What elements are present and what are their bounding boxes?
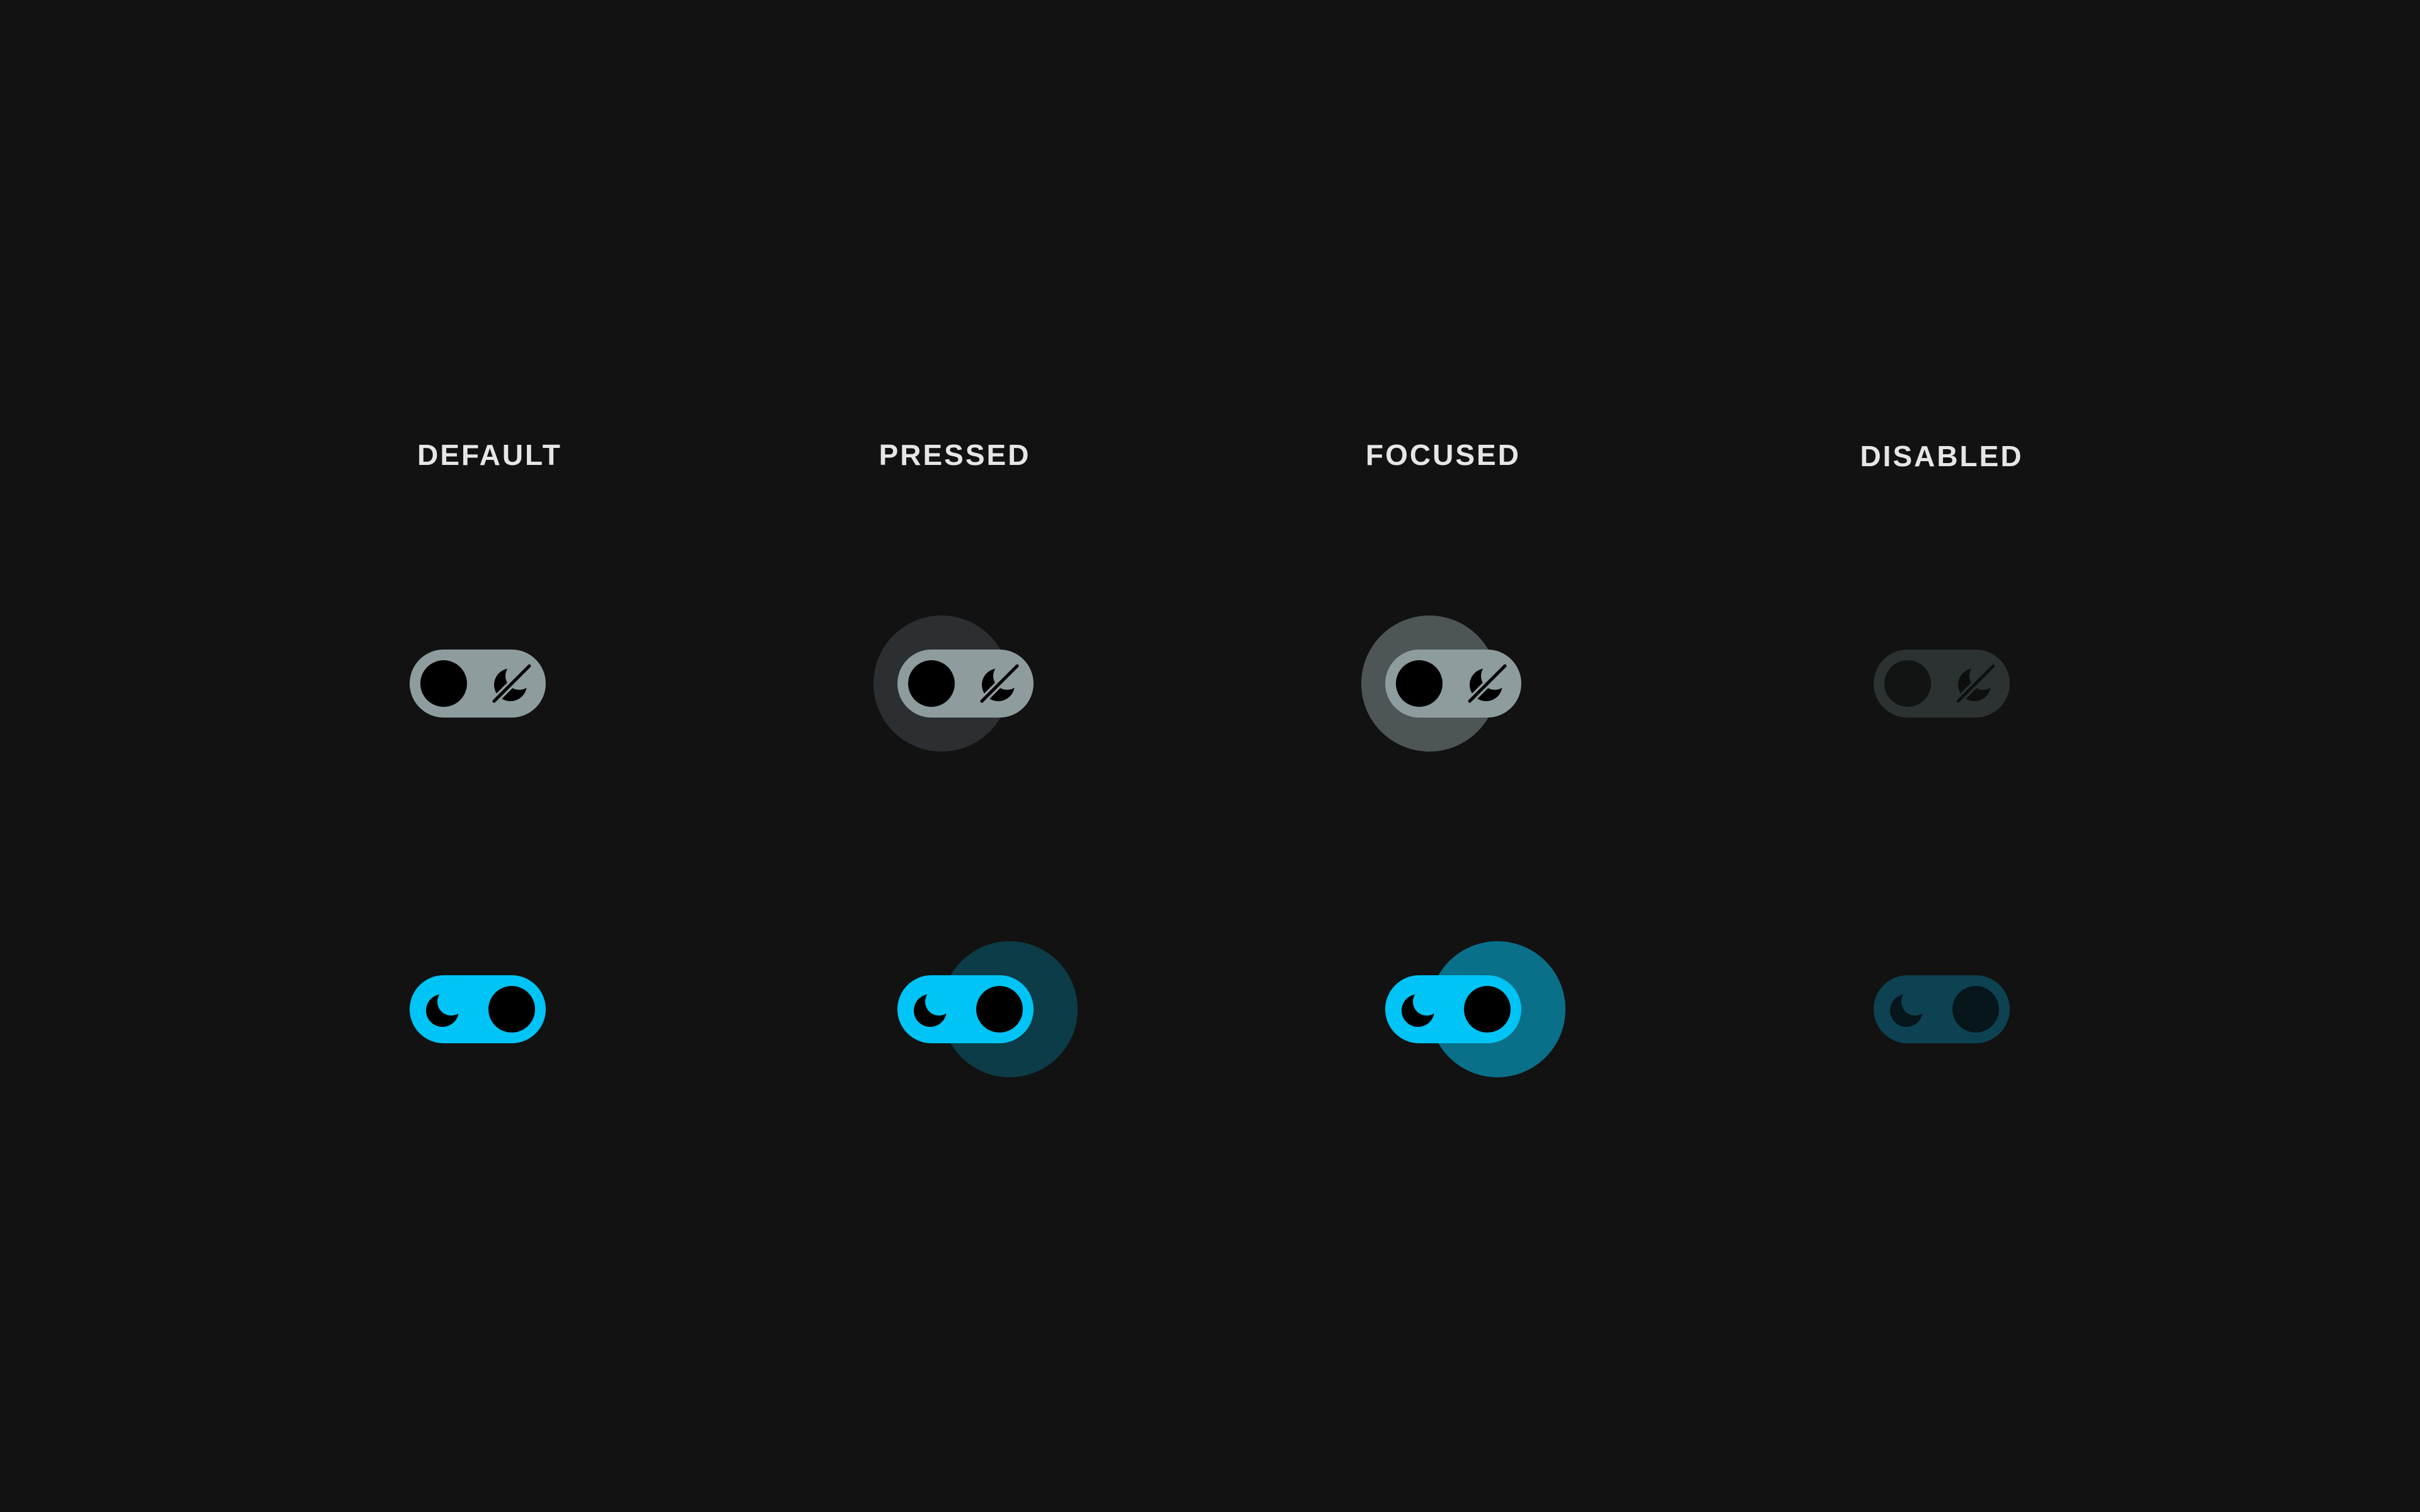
no-moon-icon — [1466, 662, 1509, 705]
dark-mode-switch-off-pressed[interactable] — [873, 616, 1034, 752]
switch-thumb — [908, 660, 955, 707]
switch-thumb — [1884, 660, 1931, 707]
dark-mode-switch-off-focused[interactable] — [1361, 616, 1521, 752]
switch-thumb — [1464, 986, 1511, 1033]
no-moon-icon — [1954, 662, 1997, 705]
switch-thumb — [976, 986, 1023, 1033]
column-label-disabled: DISABLED — [1860, 440, 2024, 472]
moon-icon — [422, 988, 465, 1031]
moon-icon — [910, 988, 953, 1031]
switch-thumb — [1952, 986, 1999, 1033]
dark-mode-switch-off-default[interactable] — [410, 650, 546, 718]
column-label-default: DEFAULT — [417, 438, 562, 471]
column-label-pressed: PRESSED — [879, 438, 1031, 471]
dark-mode-switch-on-pressed[interactable] — [897, 941, 1078, 1077]
no-moon-icon — [978, 662, 1021, 705]
moon-icon — [1886, 988, 1929, 1031]
no-moon-icon — [490, 662, 533, 705]
dark-mode-switch-on-default[interactable] — [410, 975, 546, 1043]
switch-thumb — [1396, 660, 1443, 707]
moon-icon — [1398, 988, 1441, 1031]
switch-thumb — [488, 986, 535, 1033]
dark-mode-switch-on-disabled — [1874, 975, 2010, 1043]
switch-states-canvas: DEFAULT PRESSED FOCUSED DISABLED — [0, 0, 2420, 1512]
dark-mode-switch-off-disabled — [1874, 650, 2010, 718]
dark-mode-switch-on-focused[interactable] — [1385, 941, 1565, 1077]
column-label-focused: FOCUSED — [1366, 438, 1521, 471]
switch-thumb — [420, 660, 467, 707]
